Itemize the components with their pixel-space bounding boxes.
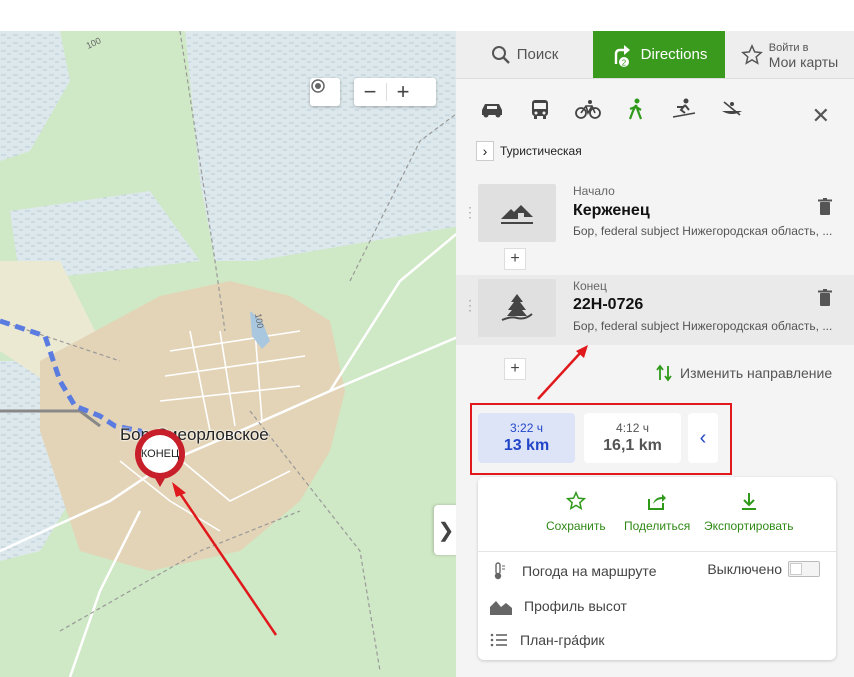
route-option-1-time: 3:22 ч [510, 421, 543, 435]
add-waypoint-button[interactable]: + [504, 358, 526, 380]
collapse-panel-button[interactable]: ❯ [434, 505, 458, 555]
export-label: Экспортировать [704, 519, 794, 533]
save-label: Сохранить [546, 519, 606, 533]
zoom-in-button[interactable]: + [387, 78, 419, 106]
elevation-profile-row[interactable]: Профиль высот [490, 597, 627, 615]
search-icon [491, 45, 510, 64]
routing-profile-label: Туристическая [500, 144, 582, 158]
waypoint-start[interactable]: ⋮⋮ Начало Керженец Бор, federal subject … [456, 182, 854, 248]
weather-label: Погода на маршруте [522, 563, 657, 579]
map-canvas: 100 100 [0, 31, 460, 677]
directions-panel: Поиск 2 Directions Войти в Мои карты ✕ ›… [456, 31, 854, 677]
waypoint-end-thumbnail [478, 279, 556, 337]
tab-search-label: Поиск [516, 46, 559, 63]
zoom-out-button[interactable]: − [354, 78, 386, 106]
delete-waypoint-start-icon[interactable] [818, 198, 832, 221]
tab-search[interactable]: Поиск [456, 31, 593, 78]
panel-tabs: Поиск 2 Directions Войти в Мои карты [456, 31, 854, 79]
map-view[interactable]: 100 100 − + Бор-Сиеорловское КОНЕЦ ❯ [0, 31, 460, 677]
zoom-control: − + [354, 78, 436, 106]
transport-modes [476, 97, 748, 121]
add-waypoint-button[interactable]: + [504, 248, 526, 270]
waypoint-end-address: Бор, federal subject Нижегородская облас… [573, 319, 833, 333]
end-marker[interactable]: КОНЕЦ [135, 429, 185, 487]
route-option-2[interactable]: 4:12 ч 16,1 km [584, 413, 681, 463]
elevation-label: Профиль высот [524, 598, 627, 614]
weather-on-route-row[interactable]: Погода на маршруте [490, 561, 656, 581]
car-icon[interactable] [476, 97, 508, 121]
directions-icon: 2 [614, 44, 630, 67]
route-options-toggle-button[interactable]: ‹ [688, 413, 718, 463]
share-icon [648, 494, 667, 510]
swap-icon [656, 364, 672, 382]
routing-profile[interactable]: › Туристическая [476, 141, 582, 161]
card-divider [478, 551, 836, 552]
waypoint-start-address: Бор, federal subject Нижегородская облас… [573, 224, 833, 238]
locate-button[interactable] [310, 78, 340, 106]
route-actions-card: Сохранить Поделиться Экспортировать Пого… [478, 477, 836, 660]
schedule-row[interactable]: План-гра́фик [490, 632, 605, 648]
login-small: Войти в [768, 41, 809, 54]
tab-my-maps[interactable]: Войти в Мои карты [725, 31, 854, 78]
download-icon [741, 493, 756, 510]
schedule-label: План-гра́фик [520, 632, 605, 648]
svg-text:2: 2 [621, 58, 626, 67]
tab-directions-label: Directions [640, 46, 708, 63]
waypoint-end-caption: Конец [573, 279, 607, 293]
weather-state: Выключено [707, 561, 782, 577]
save-button[interactable]: Сохранить [546, 491, 606, 533]
waypoint-start-thumbnail [478, 184, 556, 242]
delete-waypoint-end-icon[interactable] [818, 289, 832, 312]
walk-icon[interactable] [620, 97, 652, 121]
bus-icon[interactable] [524, 97, 556, 121]
mountain-icon [490, 601, 512, 615]
target-icon [310, 78, 340, 106]
login-text: Войти в Мои карты [769, 41, 839, 69]
export-button[interactable]: Экспортировать [704, 491, 794, 533]
end-marker-label: КОНЕЦ [141, 435, 179, 473]
route-option-2-time: 4:12 ч [616, 421, 649, 435]
share-label: Поделиться [624, 519, 691, 533]
waypoint-end[interactable]: ⋮⋮ Конец 22Н-0726 Бор, federal subject Н… [456, 275, 854, 345]
login-big: Мои карты [768, 53, 839, 70]
reverse-route-label: Изменить направление [680, 365, 833, 381]
route-option-2-distance: 16,1 km [603, 437, 662, 454]
star-icon [740, 43, 763, 65]
chevron-right-icon: ❯ [437, 519, 455, 542]
waypoint-start-caption: Начало [573, 184, 615, 198]
chevron-left-icon: ‹ [699, 426, 707, 449]
list-icon [490, 633, 507, 647]
share-button[interactable]: Поделиться [624, 491, 690, 533]
close-icon[interactable]: ✕ [812, 103, 830, 129]
star-icon [565, 491, 586, 511]
tab-directions[interactable]: 2 Directions [593, 31, 725, 78]
waypoint-end-name: 22Н-0726 [573, 296, 644, 313]
annotation-arrow [537, 345, 588, 400]
toggle-switch[interactable] [788, 561, 820, 577]
waypoint-start-name: Керженец [573, 202, 650, 219]
ski-icon[interactable] [668, 97, 700, 121]
weather-toggle[interactable]: Выключено [707, 561, 820, 577]
chevron-right-icon: › [476, 141, 494, 161]
bicycle-icon[interactable] [572, 97, 604, 121]
boat-icon[interactable] [716, 97, 748, 121]
top-bar [0, 0, 854, 31]
reverse-route-button[interactable]: Изменить направление [656, 364, 832, 382]
thermometer-icon [494, 562, 505, 580]
route-option-1[interactable]: 3:22 ч 13 km [478, 413, 575, 463]
route-option-1-distance: 13 km [503, 437, 550, 454]
